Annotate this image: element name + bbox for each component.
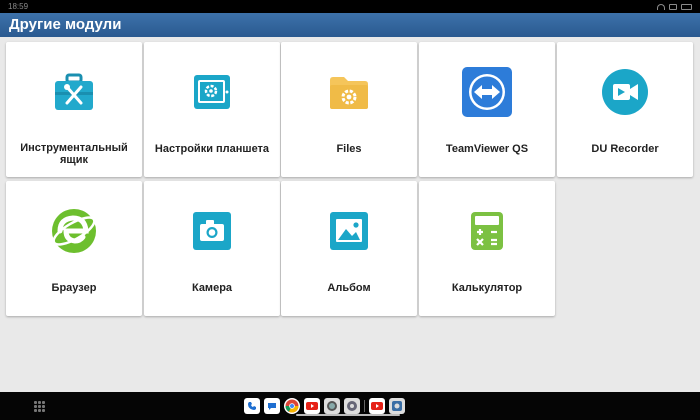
module-teamviewer[interactable]: TeamViewer QS — [419, 42, 555, 177]
module-calculator[interactable]: Калькулятор — [419, 181, 555, 316]
module-toolbox[interactable]: Инструментальный ящик — [6, 42, 142, 177]
youtube-icon[interactable] — [304, 398, 320, 414]
chrome-icon[interactable] — [284, 398, 300, 414]
status-icons — [657, 0, 692, 13]
module-files[interactable]: Files — [281, 42, 417, 177]
module-album[interactable]: Альбом — [281, 181, 417, 316]
modules-grid: Инструментальный ящик Настройки планшета… — [0, 37, 700, 392]
teamviewer-icon — [462, 67, 512, 117]
module-du-recorder[interactable]: DU Recorder — [557, 42, 693, 177]
settings-app-icon[interactable] — [344, 398, 360, 414]
toolbox-icon — [54, 72, 94, 112]
status-time: 18:59 — [8, 2, 29, 11]
recent-app-icon[interactable] — [389, 398, 405, 414]
camera-icon — [192, 211, 232, 251]
page-title: Другие модули — [0, 13, 700, 37]
folder-icon — [329, 72, 369, 112]
tablet-settings-icon — [192, 72, 232, 112]
battery-icon — [681, 3, 692, 10]
module-browser[interactable]: Браузер — [6, 181, 142, 316]
youtube-recent-icon[interactable] — [369, 398, 385, 414]
module-label: Камера — [191, 282, 233, 294]
camera-app-icon[interactable] — [324, 398, 340, 414]
module-label: Инструментальный ящик — [20, 142, 128, 166]
album-icon — [329, 211, 369, 251]
browser-icon — [49, 206, 99, 256]
module-label: Настройки планшета — [154, 143, 270, 155]
dock-separator — [364, 400, 365, 412]
status-bar: 18:59 — [0, 0, 700, 13]
dock — [244, 398, 405, 414]
module-label: Files — [336, 143, 362, 155]
module-label: DU Recorder — [591, 143, 659, 155]
wifi-icon — [657, 3, 665, 10]
module-label: Альбом — [327, 282, 371, 294]
navigation-bar — [0, 392, 700, 420]
du-recorder-icon — [600, 67, 650, 117]
home-gesture-bar[interactable] — [296, 414, 400, 416]
messages-icon[interactable] — [264, 398, 280, 414]
calculator-icon — [467, 211, 507, 251]
module-label: Калькулятор — [451, 282, 523, 294]
notification-icon — [669, 3, 677, 10]
module-label: Браузер — [51, 282, 97, 294]
module-label: TeamViewer QS — [445, 143, 529, 155]
phone-icon[interactable] — [244, 398, 260, 414]
module-tablet-settings[interactable]: Настройки планшета — [144, 42, 280, 177]
module-camera[interactable]: Камера — [144, 181, 280, 316]
app-drawer-icon[interactable] — [34, 401, 45, 412]
